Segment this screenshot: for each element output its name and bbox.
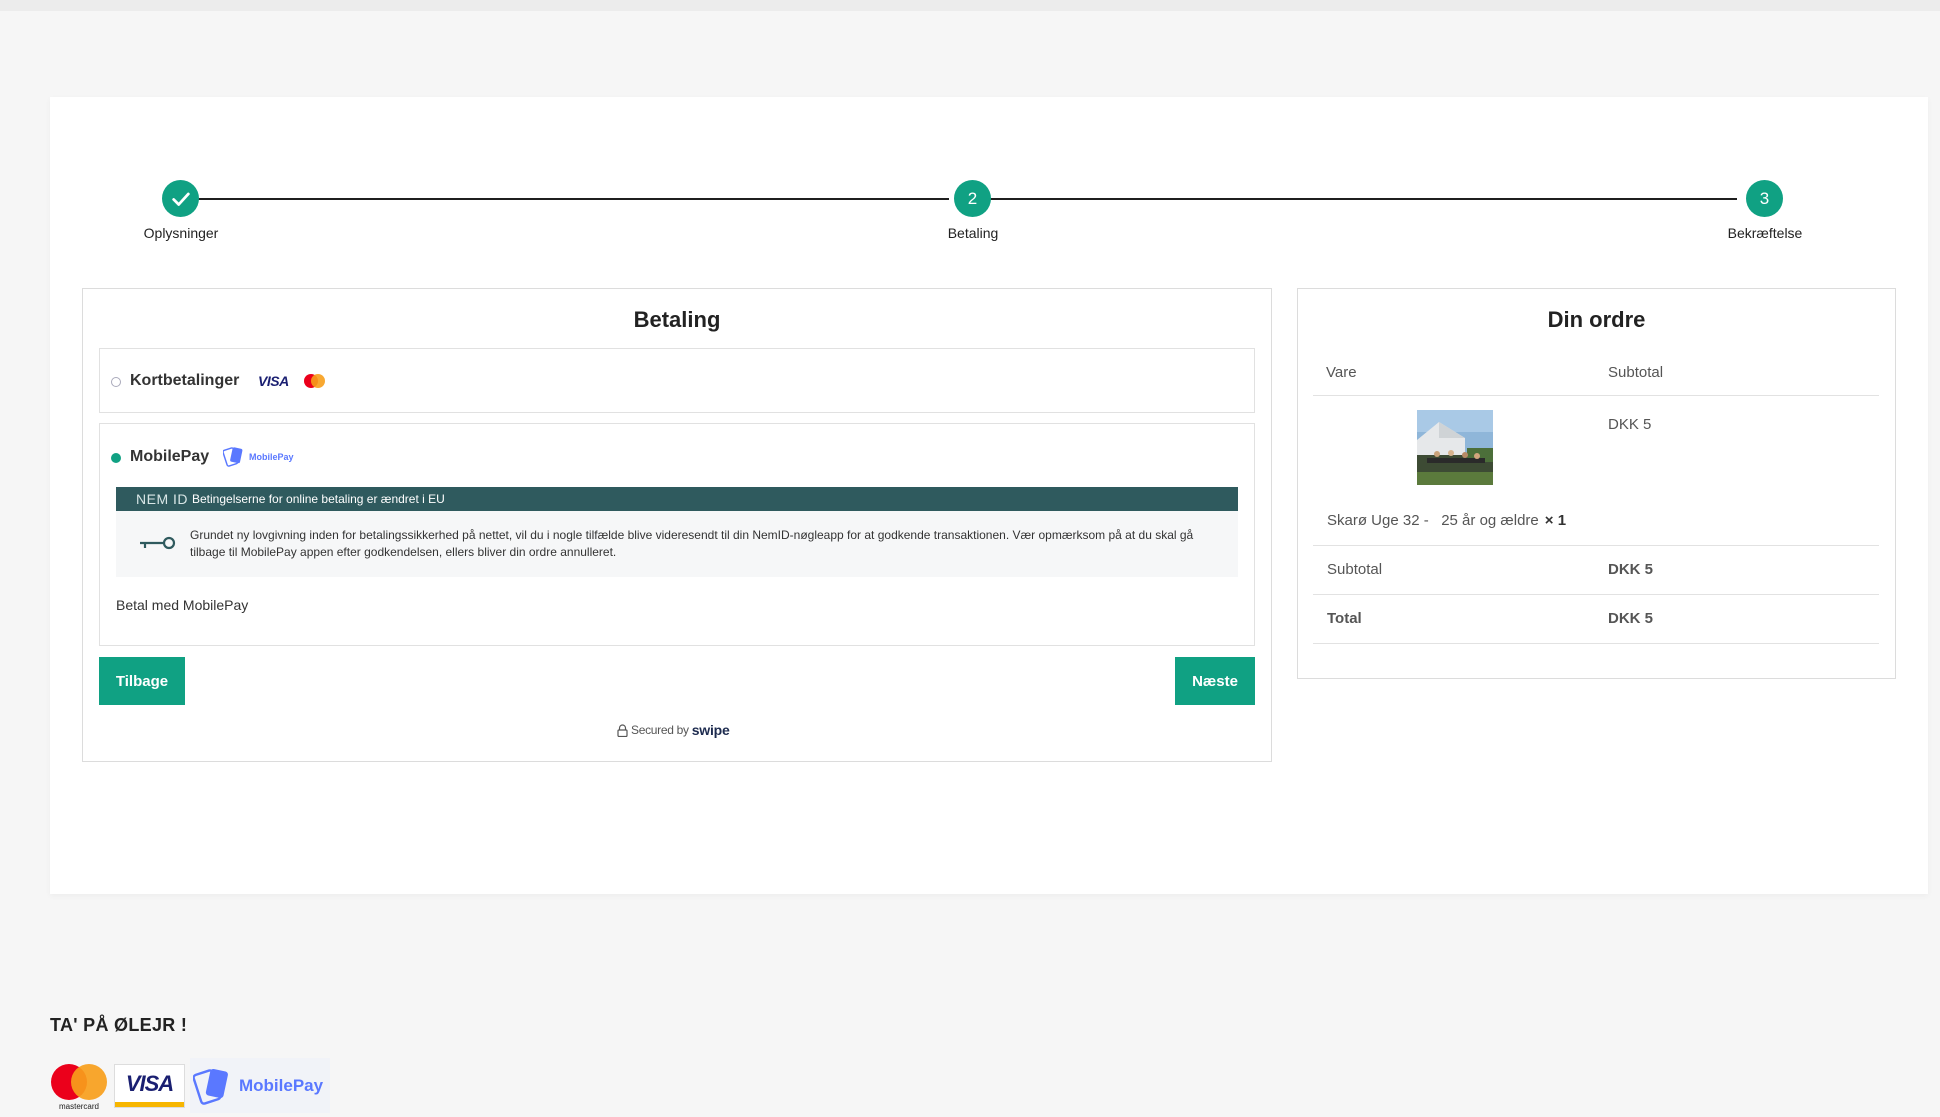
visa-icon: VISA	[258, 373, 289, 389]
step-3-dot: 3	[1746, 180, 1783, 217]
order-col-subtotal: Subtotal	[1608, 364, 1664, 381]
nemid-body-text: Grundet ny lovgivning inden for betaling…	[190, 528, 1194, 559]
swipe-logo: swipe	[691, 722, 730, 738]
back-button[interactable]: Tilbage	[99, 657, 185, 705]
checkout-stepper: Oplysninger 2 Betaling 3 Bekræftelse	[50, 97, 1928, 257]
mobilepay-logo: MobilePay	[223, 444, 299, 470]
stepper-line-1	[180, 198, 949, 200]
mobilepay-note: Betal med MobilePay	[116, 597, 249, 613]
mastercard-icon: mastercard	[50, 1064, 108, 1112]
payment-option-card[interactable]: Kortbetalinger VISA	[99, 348, 1255, 413]
nemid-info-box: Grundet ny lovgivning inden for betaling…	[116, 511, 1238, 577]
mobilepay-icon	[223, 447, 243, 467]
step-1-dot[interactable]	[162, 180, 199, 217]
stepper-line-2	[967, 198, 1737, 200]
step-1-label: Oplysninger	[143, 225, 219, 241]
step-3-label: Bekræftelse	[1727, 225, 1803, 241]
mobilepay-logo: MobilePay	[190, 1058, 330, 1113]
checkmark-icon	[171, 192, 190, 206]
nemid-banner: NEM ID Betingelserne for online betaling…	[116, 487, 1238, 511]
order-col-item: Vare	[1326, 364, 1357, 381]
total-label: Total	[1327, 610, 1362, 627]
mobilepay-radio[interactable]	[111, 453, 121, 463]
card-radio[interactable]	[111, 377, 121, 387]
total-value: DKK 5	[1608, 610, 1654, 627]
subtotal-value: DKK 5	[1608, 561, 1654, 578]
mobilepay-option-label: MobilePay	[130, 448, 210, 465]
item-qty: × 1	[1544, 512, 1567, 529]
mobilepay-icon	[193, 1068, 228, 1105]
mastercard-icon	[304, 374, 326, 389]
secured-by-swipe: Secured by swipe	[617, 722, 730, 738]
payment-panel: Betaling Kortbetalinger VISA MobilePay M…	[82, 288, 1272, 762]
step-2-dot[interactable]: 2	[954, 180, 991, 217]
visa-icon: VISA	[114, 1064, 185, 1108]
key-icon	[140, 536, 176, 550]
item-price: DKK 5	[1608, 416, 1652, 433]
product-thumbnail[interactable]	[1417, 410, 1493, 485]
next-button[interactable]: Næste	[1175, 657, 1255, 705]
product-image	[1417, 410, 1493, 485]
payment-logos: mastercard VISA MobilePay	[50, 1058, 330, 1113]
payment-title: Betaling	[633, 307, 721, 332]
top-bar	[0, 0, 1940, 11]
card-option-label: Kortbetalinger	[130, 372, 240, 389]
nemid-headline: Betingelserne for online betaling er ænd…	[192, 492, 445, 506]
step-2-label: Betaling	[947, 225, 999, 241]
payment-option-mobilepay[interactable]: MobilePay MobilePay NEM ID Betingelserne…	[99, 423, 1255, 646]
item-name: Skarø Uge 32 - 25 år og ældre × 1	[1327, 512, 1567, 529]
order-summary-panel: Din ordre Vare Subtotal DKK 5 Skarø Uge …	[1297, 288, 1896, 679]
footer-title: TA' PÅ ØLEJR !	[50, 1015, 188, 1035]
subtotal-label: Subtotal	[1327, 561, 1383, 578]
nemid-logo: NEM ID	[136, 491, 188, 507]
checkout-card: Oplysninger 2 Betaling 3 Bekræftelse Bet…	[50, 97, 1928, 894]
order-title: Din ordre	[1547, 307, 1646, 332]
lock-icon	[617, 723, 628, 737]
